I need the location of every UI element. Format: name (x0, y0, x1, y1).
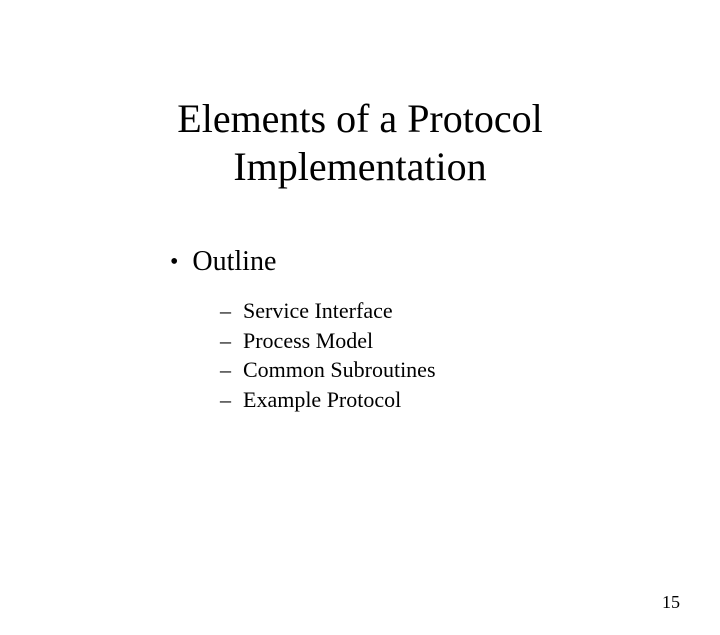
list-item: – Service Interface (220, 296, 720, 326)
outline-heading: Outline (192, 246, 276, 278)
slide-title: Elements of a Protocol Implementation (0, 95, 720, 191)
page-number: 15 (662, 592, 680, 613)
outline-heading-row: • Outline (170, 246, 720, 278)
list-item: – Example Protocol (220, 385, 720, 415)
dash-icon: – (220, 296, 231, 326)
outline-sublist: – Service Interface – Process Model – Co… (220, 296, 720, 415)
dash-icon: – (220, 355, 231, 385)
slide: Elements of a Protocol Implementation • … (0, 95, 720, 635)
list-item-label: Service Interface (243, 296, 393, 326)
bullet-icon: • (170, 250, 178, 274)
list-item-label: Process Model (243, 326, 373, 356)
list-item: – Process Model (220, 326, 720, 356)
title-line-1: Elements of a Protocol (177, 96, 542, 141)
list-item-label: Common Subroutines (243, 355, 436, 385)
dash-icon: – (220, 326, 231, 356)
list-item: – Common Subroutines (220, 355, 720, 385)
list-item-label: Example Protocol (243, 385, 401, 415)
dash-icon: – (220, 385, 231, 415)
title-line-2: Implementation (233, 144, 486, 189)
content-area: • Outline – Service Interface – Process … (170, 246, 720, 415)
